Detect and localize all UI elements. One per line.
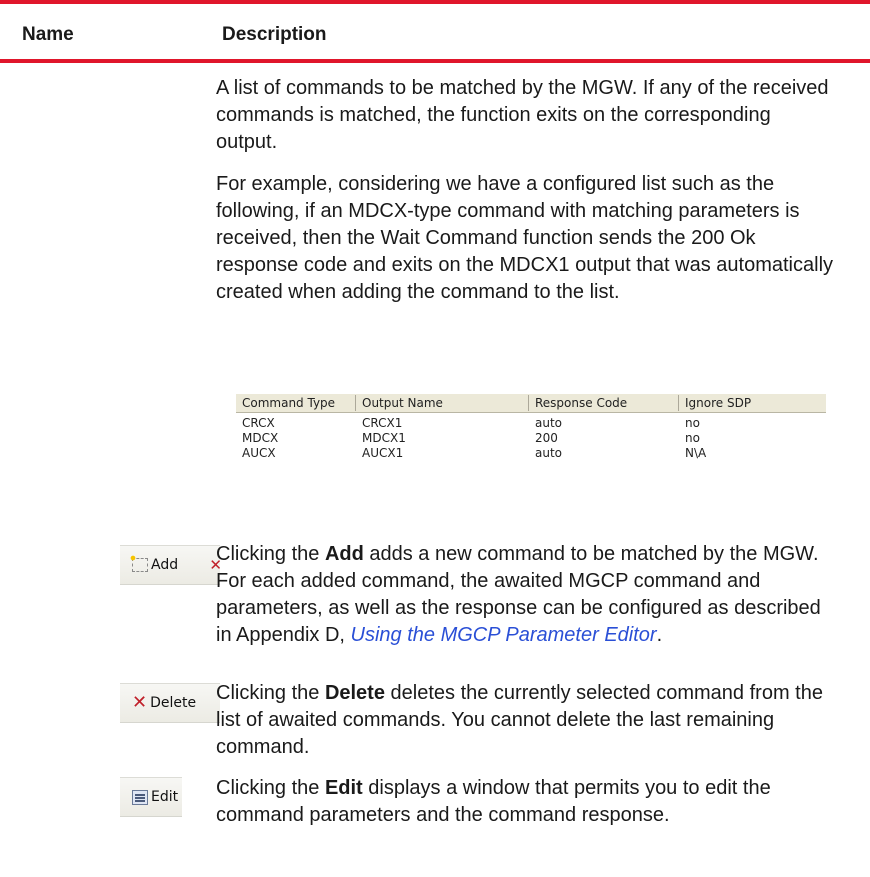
cell-ignore-sdp: no bbox=[685, 431, 700, 445]
add-button[interactable]: Add ✕ bbox=[120, 545, 222, 585]
delete-bold: Delete bbox=[324, 682, 385, 704]
delete-button-label: Delete bbox=[150, 695, 197, 711]
parameter-editor-link[interactable]: Using the MGCP Parameter Editor bbox=[351, 624, 657, 646]
delete-button[interactable]: ✕ Delete bbox=[120, 683, 220, 723]
new-item-icon bbox=[129, 554, 148, 572]
delete-x-icon: ✕ bbox=[132, 692, 148, 713]
cell-ignore-sdp: N\A bbox=[685, 446, 707, 460]
cell-response-code: auto bbox=[535, 446, 563, 460]
header-command-type[interactable]: Command Type bbox=[236, 395, 356, 411]
edit-bold: Edit bbox=[324, 777, 363, 799]
cell-output-name: CRCX1 bbox=[362, 416, 403, 430]
table-top-rule bbox=[0, 0, 870, 4]
cell-response-code: auto bbox=[535, 416, 563, 430]
table-row[interactable]: CRCX CRCX1 auto no bbox=[236, 416, 826, 431]
edit-button[interactable]: Edit bbox=[120, 777, 182, 817]
add-description: Clicking the Add adds a new command to b… bbox=[216, 541, 836, 649]
add-bold: Add bbox=[324, 543, 364, 565]
add-text-pre: Clicking the bbox=[216, 543, 325, 565]
cell-output-name: AUCX1 bbox=[362, 446, 404, 460]
edit-properties-icon bbox=[132, 789, 148, 805]
cell-command-type: MDCX bbox=[242, 431, 279, 445]
header-output-name[interactable]: Output Name bbox=[356, 395, 529, 411]
command-list-table: Command Type Output Name Response Code I… bbox=[236, 394, 826, 494]
cell-output-name: MDCX1 bbox=[362, 431, 406, 445]
header-response-code[interactable]: Response Code bbox=[529, 395, 679, 411]
edit-button-label: Edit bbox=[151, 789, 179, 805]
cell-response-code: 200 bbox=[535, 431, 558, 445]
header-ignore-sdp[interactable]: Ignore SDP bbox=[679, 395, 826, 411]
column-header-description: Description bbox=[222, 24, 327, 45]
cell-command-type: CRCX bbox=[242, 416, 275, 430]
table-row[interactable]: MDCX MDCX1 200 no bbox=[236, 431, 826, 446]
edit-description: Clicking the Edit displays a window that… bbox=[216, 775, 836, 829]
edit-text-pre: Clicking the bbox=[216, 777, 325, 799]
table-header-rule bbox=[0, 59, 870, 63]
cell-ignore-sdp: no bbox=[685, 416, 700, 430]
cell-command-type: AUCX bbox=[242, 446, 276, 460]
intro-paragraph-2: For example, considering we have a confi… bbox=[216, 173, 834, 303]
command-table-header: Command Type Output Name Response Code I… bbox=[236, 394, 826, 413]
delete-description: Clicking the Delete deletes the currentl… bbox=[216, 680, 836, 761]
add-text-end: . bbox=[656, 624, 663, 646]
add-button-label: Add bbox=[151, 557, 179, 573]
delete-text-pre: Clicking the bbox=[216, 682, 325, 704]
table-row[interactable]: AUCX AUCX1 auto N\A bbox=[236, 446, 826, 461]
intro-paragraph-1: A list of commands to be matched by the … bbox=[216, 77, 829, 153]
column-header-name: Name bbox=[22, 24, 74, 45]
